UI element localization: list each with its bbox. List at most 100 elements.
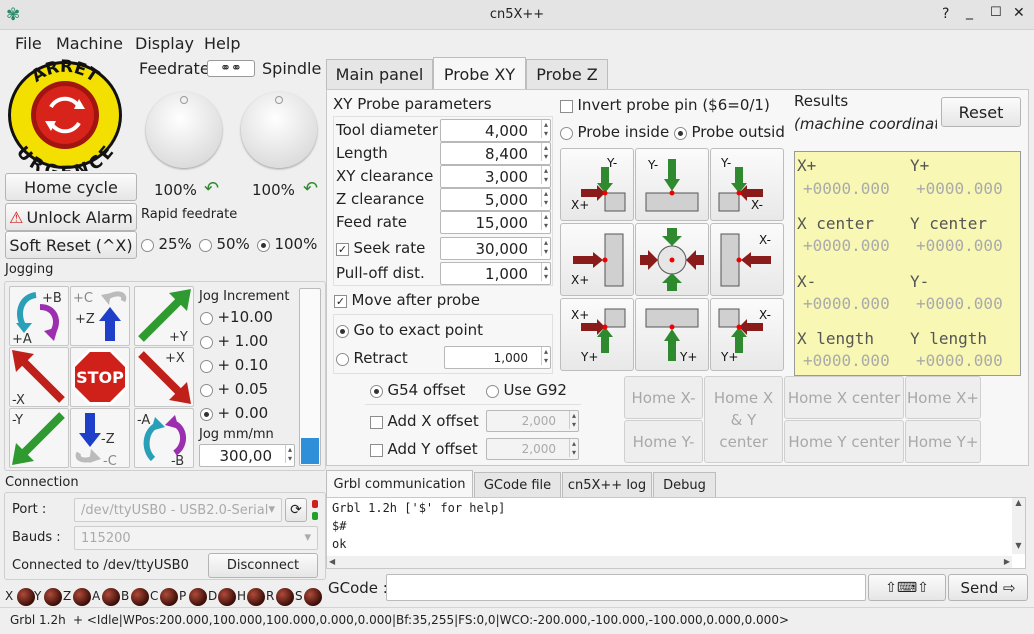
tab-probe-xy[interactable]: Probe XY [433,57,526,90]
bauds-select[interactable]: 115200 ▾ [74,526,318,550]
probe-corner-top-right-button[interactable]: Y- X- [710,148,784,221]
refresh-ports-button[interactable]: ⟳ [285,498,307,522]
console-horizontal-scrollbar[interactable]: ◀ ▶ [327,556,1012,568]
window-close-icon[interactable]: ✕ [1013,5,1025,21]
jog-plus-y-button[interactable]: +Y [134,286,194,346]
rapid-100-radio[interactable]: 100% [257,235,317,253]
probe-center-button[interactable] [635,223,709,296]
add-y-offset-checkbox[interactable]: Add Y offset [370,440,478,458]
pull-off-input[interactable]: 1,000 [440,262,551,285]
xy-clearance-input[interactable]: 3,000 [440,165,551,188]
console-vertical-scrollbar[interactable]: ▲ ▼ [1012,498,1025,554]
g54-offset-radio[interactable]: G54 offset [370,381,465,399]
probe-corner-bottom-left-button[interactable]: X+ Y+ [560,298,634,371]
tab-grbl-communication[interactable]: Grbl communication [326,470,473,497]
svg-text:X-: X- [751,198,763,212]
home-y-center-button[interactable]: Home Y center [784,420,904,463]
tab-probe-z[interactable]: Probe Z [526,59,608,89]
link-icon[interactable]: ⚭⚭ [207,60,255,77]
svg-text:+Z: +Z [75,312,95,327]
jog-plus-x-button[interactable]: +X [134,347,194,407]
add-x-offset-input[interactable]: 2,000 [486,410,579,432]
status-version: Grbl 1.2h [10,613,66,627]
unlock-alarm-button[interactable]: ⚠ Unlock Alarm [5,203,137,231]
jog-increment-0-radio[interactable]: + 0.00 [200,404,268,422]
tab-gcode-file[interactable]: GCode file [474,472,561,497]
rapid-25-radio[interactable]: 25% [141,235,192,253]
jog-stop-button[interactable]: STOP [70,347,130,407]
jog-minus-a-minus-b-button[interactable]: -A -B [134,408,194,469]
jog-increment-10-radio[interactable]: +10.00 [200,308,273,326]
window-minimize-icon[interactable]: _ [966,4,973,20]
tab-cn5x-log[interactable]: cn5X++ log [562,472,652,497]
svg-text:Y+: Y+ [720,350,738,364]
disconnect-button[interactable]: Disconnect [208,553,318,578]
move-after-probe-checkbox[interactable]: ✓ Move after probe [334,291,480,309]
jog-minus-z-button[interactable]: -Z -C [70,408,130,469]
home-y-plus-button[interactable]: Home Y+ [905,420,981,463]
home-y-minus-button[interactable]: Home Y- [624,420,703,463]
rapid-50-radio[interactable]: 50% [199,235,250,253]
port-select[interactable]: /dev/ttyUSB0 - USB2.0-Serial ▾ [74,498,282,522]
home-x-minus-button[interactable]: Home X- [624,376,703,419]
menu-display[interactable]: Display [135,34,194,53]
home-x-center-button[interactable]: Home X center [784,376,904,419]
window-maximize-icon[interactable]: ☐ [990,5,1002,20]
tab-debug[interactable]: Debug [653,472,716,497]
probe-corner-top-left-button[interactable]: Y- X+ [560,148,634,221]
goto-exact-radio[interactable]: Go to exact point [336,321,483,339]
jog-increment-0-1-radio[interactable]: + 0.10 [200,356,268,374]
console-line-3: ok [332,537,347,551]
jog-plus-z-button[interactable]: +C +Z [70,286,130,346]
length-input[interactable]: 8,400 [440,142,551,165]
feedrate-reset-icon[interactable]: ↶ [204,178,219,199]
emergency-stop-button[interactable]: ARRET URGENCE [6,57,124,183]
seek-rate-checkbox[interactable]: ✓ Seek rate [336,239,425,257]
retract-input[interactable]: 1,000 [444,346,551,369]
results-reset-button[interactable]: Reset [941,97,1021,127]
jog-plus-a-plus-b-button[interactable]: +B +A [9,286,69,347]
probe-edge-left-button[interactable]: X+ [560,223,634,296]
jog-speed-slider[interactable] [299,288,321,466]
jog-increment-1-radio[interactable]: + 1.00 [200,332,268,350]
add-y-offset-input[interactable]: 2,000 [486,438,579,460]
spindle-dial[interactable] [241,92,317,168]
home-cycle-button[interactable]: Home cycle [5,173,137,201]
home-xy-center-button[interactable]: Home X & Y center [704,376,783,463]
z-clearance-input[interactable]: 5,000 [440,188,551,211]
feedrate-dial[interactable] [146,92,222,168]
add-x-offset-checkbox[interactable]: Add X offset [370,412,479,430]
result-x-plus-value: +0000.000 [803,179,890,198]
tab-main-panel[interactable]: Main panel [326,59,433,89]
jog-minus-x-button[interactable]: -X [9,347,69,408]
virtual-keyboard-button[interactable]: ⇧⌨⇧ [868,574,946,601]
feed-rate-input[interactable]: 15,000 [440,211,551,234]
jog-increment-0-05-radio[interactable]: + 0.05 [200,380,268,398]
probe-edge-right-button[interactable]: X- [710,223,784,296]
spindle-reset-icon[interactable]: ↶ [303,178,318,199]
use-g92-radio[interactable]: Use G92 [486,381,567,399]
invert-probe-pin-checkbox[interactable]: Invert probe pin ($6=0/1) [560,96,770,114]
jog-speed-input[interactable]: 300,00 [199,444,295,467]
probe-edge-bottom-button[interactable]: Y+ [635,298,709,371]
menu-file[interactable]: File [15,34,42,53]
soft-reset-button[interactable]: Soft Reset (^X) [5,231,137,259]
seek-rate-input[interactable]: 30,000 [440,237,551,260]
home-x-plus-button[interactable]: Home X+ [905,376,981,419]
result-x-minus-label: X- [797,272,817,291]
jog-minus-y-button[interactable]: -Y [9,408,69,468]
probe-edge-top-button[interactable]: Y- [635,148,709,221]
menu-help[interactable]: Help [204,34,240,53]
probe-corner-bottom-right-button[interactable]: X- Y+ [710,298,784,371]
xy-probe-params-title: XY Probe parameters [333,95,492,113]
probe-inside-radio[interactable]: Probe inside [560,123,669,141]
gcode-input[interactable] [386,574,866,601]
retract-radio[interactable]: Retract [336,349,408,367]
menu-machine[interactable]: Machine [56,34,123,53]
send-button[interactable]: Send ⇨ [948,574,1028,601]
tool-diameter-input[interactable]: 4,000 [440,119,551,142]
port-label: Port : [12,502,47,517]
window-help-icon[interactable]: ? [942,6,949,22]
probe-outside-radio[interactable]: Probe outsid [674,123,790,141]
result-y-length-label: Y length [910,329,988,348]
